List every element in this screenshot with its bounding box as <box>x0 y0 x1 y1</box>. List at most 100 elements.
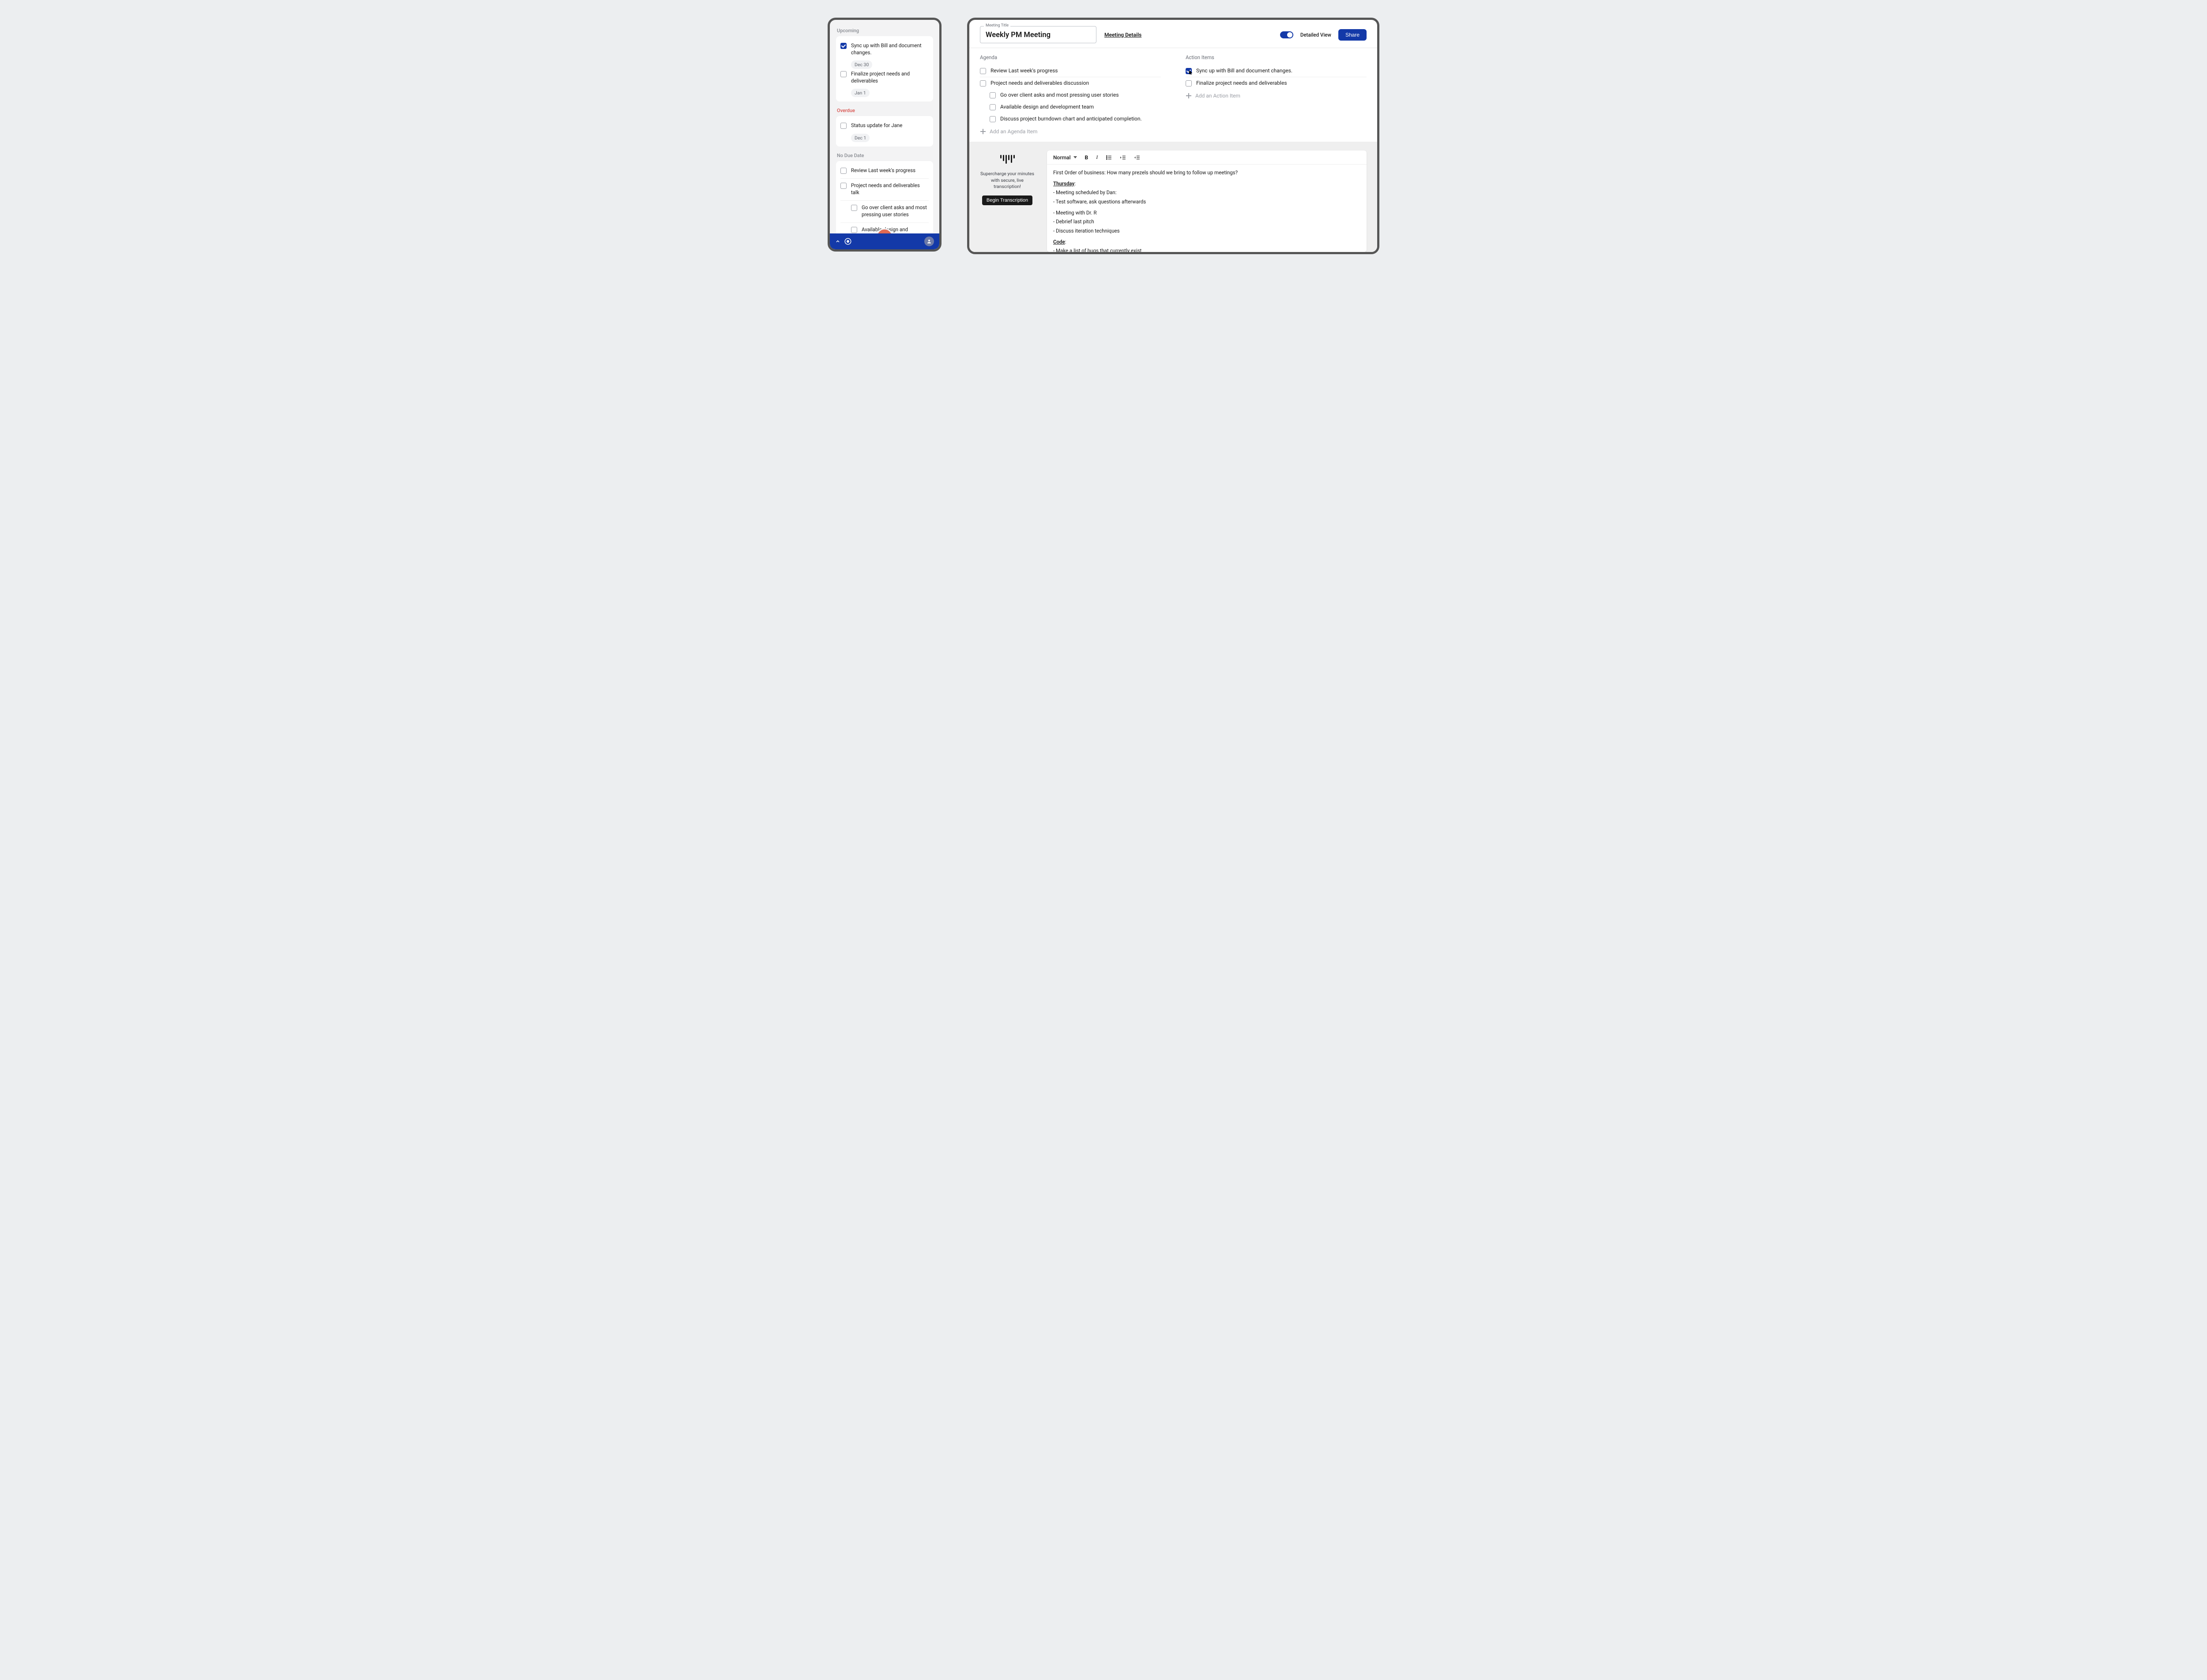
checkbox-icon[interactable] <box>990 116 996 122</box>
add-agenda-item[interactable]: Add an Agenda Item <box>980 125 1161 135</box>
checkbox-icon[interactable] <box>990 104 996 110</box>
italic-button[interactable]: I <box>1096 154 1098 161</box>
add-action-item-label: Add an Action Item <box>1195 93 1240 99</box>
notes-line: - Test software, ask questions afterward… <box>1053 198 1360 206</box>
agenda-label: Discuss project burndown chart and antic… <box>1000 116 1142 122</box>
outdent-icon <box>1134 154 1140 161</box>
checkbox-icon[interactable] <box>840 183 847 189</box>
subtask-item[interactable]: Go over client asks and most pressing us… <box>840 200 929 220</box>
editor-content[interactable]: First Order of business: How many prezel… <box>1047 165 1367 252</box>
due-date-chip: Dec 30 <box>851 60 872 69</box>
task-item[interactable]: Review Last week's progress <box>840 165 929 176</box>
notes-heading: Code <box>1053 239 1065 245</box>
agenda-subitem[interactable]: Available design and development team <box>980 101 1161 113</box>
format-label: Normal <box>1053 154 1071 161</box>
action-items-column: Action Items Sync up with Bill and docum… <box>1186 54 1367 135</box>
section-title-nodue: No Due Date <box>837 153 933 158</box>
checkbox-icon[interactable] <box>980 68 986 74</box>
chevron-up-icon[interactable] <box>835 239 840 244</box>
transcription-promo: Supercharge your minutes with secure, li… <box>980 150 1035 205</box>
section-title-upcoming: Upcoming <box>837 28 933 34</box>
meeting-body: Agenda Review Last week's progress Proje… <box>969 48 1377 142</box>
transcription-copy: Supercharge your minutes with secure, li… <box>980 171 1035 190</box>
indent-button[interactable] <box>1120 154 1126 161</box>
due-date-chip: Jan 1 <box>851 89 870 97</box>
task-label: Review Last week's progress <box>851 167 915 174</box>
notes-heading: Thursday <box>1053 180 1074 187</box>
notes-line: - Meeting scheduled by Dan: <box>1053 189 1360 196</box>
bottom-bar <box>830 233 939 249</box>
detailed-view-toggle[interactable] <box>1280 31 1293 38</box>
action-items-title: Action Items <box>1186 54 1367 60</box>
notes-line: - Debrief last pitch <box>1053 218 1360 226</box>
user-icon <box>926 239 932 244</box>
notes-line: - Make a list of bugs that currently exi… <box>1053 247 1360 252</box>
notes-line: - Discuss iteration techniques <box>1053 227 1360 235</box>
checkbox-icon[interactable] <box>840 43 847 49</box>
audio-wave-icon <box>980 155 1035 164</box>
checkbox-icon[interactable] <box>840 168 847 174</box>
task-item[interactable]: Finalize project needs and deliverables <box>840 69 929 86</box>
checkbox-icon[interactable] <box>851 205 857 211</box>
format-dropdown[interactable]: Normal <box>1053 154 1077 161</box>
meeting-lower: Supercharge your minutes with secure, li… <box>969 142 1377 254</box>
bold-button[interactable]: B <box>1085 154 1088 161</box>
agenda-label: Review Last week's progress <box>991 68 1058 74</box>
indent-icon <box>1120 154 1126 161</box>
agenda-item[interactable]: Review Last week's progress <box>980 65 1161 77</box>
task-label: Project needs and deliverables talk <box>851 182 929 196</box>
outdent-button[interactable] <box>1134 154 1140 161</box>
add-action-item[interactable]: Add an Action Item <box>1186 89 1367 99</box>
action-item-label: Finalize project needs and deliverables <box>1196 80 1287 86</box>
avatar[interactable] <box>924 237 934 246</box>
bullet-list-icon <box>1106 154 1112 161</box>
chevron-down-icon <box>1073 156 1077 158</box>
checkbox-icon[interactable] <box>980 80 986 86</box>
mobile-task-list: Upcoming Sync up with Bill and document … <box>830 20 939 233</box>
meeting-title-floating-label: Meeting Title <box>984 23 1010 28</box>
action-item[interactable]: Finalize project needs and deliverables <box>1186 77 1367 89</box>
agenda-subitem[interactable]: Discuss project burndown chart and antic… <box>980 113 1161 125</box>
agenda-subitem[interactable]: Go over client asks and most pressing us… <box>980 89 1161 101</box>
action-item[interactable]: Sync up with Bill and document changes. <box>1186 65 1367 77</box>
meeting-title-input[interactable]: Meeting Title Weekly PM Meeting <box>980 26 1096 43</box>
detailed-view-label: Detailed View <box>1300 32 1331 38</box>
begin-transcription-button[interactable]: Begin Transcription <box>982 195 1032 205</box>
mobile-panel: Upcoming Sync up with Bill and document … <box>828 18 942 252</box>
desktop-panel: Meeting Title Weekly PM Meeting Meeting … <box>967 18 1379 254</box>
meeting-header: Meeting Title Weekly PM Meeting Meeting … <box>969 20 1377 48</box>
meeting-title-value: Weekly PM Meeting <box>986 31 1091 39</box>
task-item[interactable]: Project needs and deliverables talk <box>840 178 929 198</box>
checkbox-icon[interactable] <box>851 227 857 233</box>
task-label: Status update for Jane <box>851 122 902 129</box>
checkbox-icon[interactable] <box>840 123 847 129</box>
bullet-list-button[interactable] <box>1106 154 1112 161</box>
task-label: Finalize project needs and deliverables <box>851 71 929 84</box>
due-date-chip: Dec 1 <box>851 134 870 142</box>
section-title-overdue: Overdue <box>837 108 933 113</box>
checkbox-icon[interactable] <box>990 92 996 98</box>
overdue-card: Status update for Jane Dec 1 <box>836 116 933 147</box>
agenda-title: Agenda <box>980 54 1161 60</box>
plus-icon <box>980 128 986 135</box>
notes-editor: Normal B I First Order of business: How … <box>1047 150 1367 252</box>
plus-icon <box>1186 93 1192 99</box>
task-item[interactable]: Sync up with Bill and document changes. <box>840 41 929 58</box>
agenda-label: Available design and development team <box>1000 104 1094 110</box>
meeting-details-link[interactable]: Meeting Details <box>1104 32 1141 38</box>
checkbox-icon[interactable] <box>840 71 847 77</box>
agenda-column: Agenda Review Last week's progress Proje… <box>980 54 1161 135</box>
agenda-label: Go over client asks and most pressing us… <box>1000 92 1119 98</box>
add-agenda-label: Add an Agenda Item <box>990 128 1037 135</box>
task-item[interactable]: Status update for Jane <box>840 120 929 131</box>
share-button[interactable]: Share <box>1338 29 1367 41</box>
checkbox-icon[interactable] <box>1186 80 1192 86</box>
upcoming-card: Sync up with Bill and document changes. … <box>836 36 933 101</box>
chat-icon[interactable] <box>844 237 852 245</box>
checkbox-icon[interactable] <box>1186 68 1192 74</box>
action-item-label: Sync up with Bill and document changes. <box>1196 68 1292 74</box>
notes-line: - Meeting with Dr. R <box>1053 209 1360 217</box>
task-label: Sync up with Bill and document changes. <box>851 42 929 56</box>
agenda-label: Project needs and deliverables discussio… <box>991 80 1089 86</box>
agenda-item[interactable]: Project needs and deliverables discussio… <box>980 77 1161 89</box>
